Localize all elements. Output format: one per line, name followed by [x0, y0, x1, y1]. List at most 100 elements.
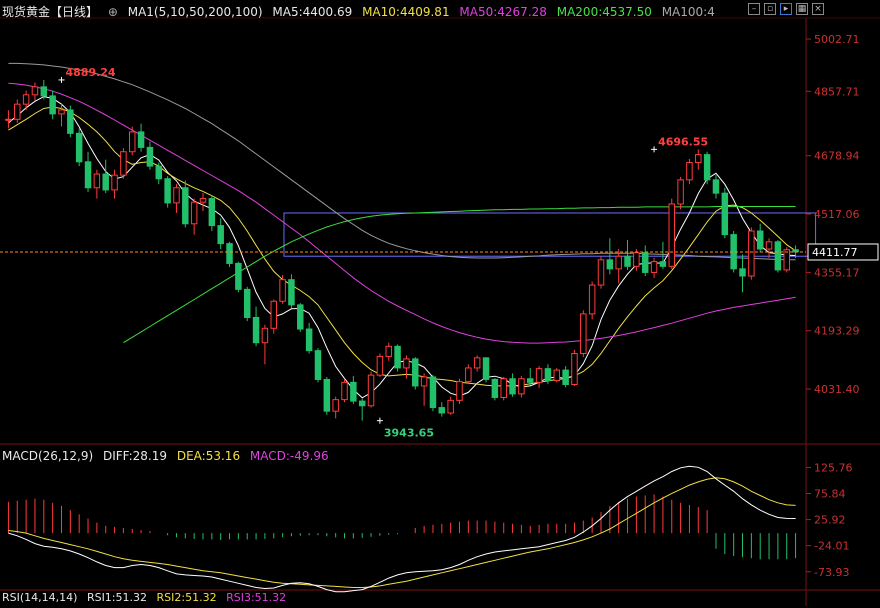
candle-down [358, 400, 366, 407]
grid-icon[interactable]: ▦ [796, 3, 808, 15]
candle-down [208, 198, 216, 227]
candle-down [429, 376, 437, 409]
candle-up [190, 201, 198, 225]
candle-down [721, 192, 729, 236]
candle-down [314, 350, 322, 380]
candle-up [597, 259, 605, 286]
candle-down [252, 316, 260, 344]
candle-up [535, 368, 543, 383]
candle-down [624, 255, 631, 267]
candle-up [580, 313, 587, 355]
price-tick-label: 4678.94 [814, 150, 860, 163]
grid-layer [0, 17, 880, 606]
candle-up [783, 249, 790, 271]
candle-up [270, 300, 277, 329]
candle-down [305, 328, 313, 352]
candle-up [748, 230, 755, 277]
candle-up [120, 151, 127, 176]
candle-down [544, 368, 552, 382]
price-tick-label: 4031.40 [814, 383, 860, 396]
candle-down [67, 109, 74, 134]
candle-down [226, 243, 233, 264]
candle-up [367, 374, 375, 407]
candle-down [146, 146, 154, 167]
candle-up [633, 252, 640, 267]
circle-plus-icon[interactable]: ⊕ [108, 5, 118, 19]
candle-down [394, 345, 401, 369]
candle-up [447, 399, 454, 414]
candle-up [465, 367, 472, 383]
ma-params-label[interactable]: MA1(5,10,50,200,100) [128, 5, 263, 19]
candle-down [774, 241, 782, 271]
candle-down [288, 279, 295, 306]
candle-up [385, 345, 392, 357]
candle-up [332, 399, 339, 412]
candle-down [164, 178, 171, 204]
candle-up [129, 131, 136, 153]
arrow-icon[interactable]: ▸ [780, 3, 792, 15]
candle-up [31, 86, 39, 96]
main-header: 现货黄金【日线】 ⊕ MA1(5,10,50,200,100) MA5:4400… [2, 2, 721, 22]
rsi3-value: RSI3:51.32 [226, 591, 287, 604]
candle-down [438, 407, 446, 414]
candle-up [650, 261, 658, 273]
candle-up [668, 203, 675, 267]
minus-icon[interactable]: – [748, 3, 760, 15]
candle-down [155, 165, 163, 180]
candle-down [491, 378, 499, 398]
rsi1-value: RSI1:51.32 [86, 591, 148, 604]
macd-diff-value: DIFF:28.19 [102, 449, 168, 463]
close-icon[interactable]: × [812, 3, 824, 15]
candle-up [571, 353, 578, 386]
rsi-header: RSI(14,14,14) RSI1:51.32 RSI2:51.32 RSI3… [2, 588, 292, 608]
macd-dea-value: DEA:53.16 [176, 449, 241, 463]
price-tick-label: 4355.17 [814, 266, 860, 279]
candle-down [297, 304, 304, 330]
moving-average-layer [8, 62, 796, 399]
candle-up [456, 381, 463, 401]
candle-up [111, 174, 118, 191]
candle-down [84, 161, 92, 189]
candle-up [615, 255, 622, 270]
macd-tick-label: 125.76 [814, 461, 853, 474]
macd-tick-label: 25.92 [814, 514, 846, 527]
candle-down [49, 95, 56, 115]
ma5-value: MA5:4400.69 [272, 5, 353, 19]
window-icon[interactable]: ▫ [764, 3, 776, 15]
macd-diff-line [8, 465, 796, 593]
current-price-label: 4411.77 [812, 246, 858, 259]
macd-tick-label: -24.01 [814, 540, 849, 553]
ma10-line [8, 106, 796, 387]
candle-up [199, 198, 207, 203]
price-tick-label: 5002.71 [814, 33, 860, 46]
extreme-label: 3943.65 [384, 427, 434, 440]
candle-up [588, 284, 596, 315]
rsi-params-label[interactable]: RSI(14,14,14) [2, 591, 77, 604]
candle-up [553, 369, 561, 382]
rsi2-value: RSI2:51.32 [156, 591, 217, 604]
candle-up [473, 357, 481, 369]
candle-down [235, 262, 242, 290]
candle-up [93, 173, 101, 189]
candles-layer [5, 80, 799, 421]
candle-up [5, 118, 12, 121]
candle-down [412, 358, 419, 387]
macd-tick-label: 75.84 [814, 488, 846, 501]
candle-down [606, 259, 614, 270]
ma10-value: MA10:4409.81 [362, 5, 450, 19]
candle-down [40, 86, 48, 97]
candle-down [323, 378, 331, 412]
candle-down [703, 154, 711, 181]
candle-up [279, 279, 286, 302]
candle-up [677, 179, 684, 205]
candle-down [562, 369, 569, 386]
chart-canvas: 4411.77 4889.24 4696.55 3943.65 5002.71 4857… [0, 17, 880, 606]
ma200-line [123, 206, 796, 344]
macd-params-label[interactable]: MACD(26,12,9) [2, 449, 93, 463]
candle-down [509, 378, 516, 395]
candle-up [14, 103, 21, 120]
price-tick-label: 4517.06 [814, 208, 860, 221]
candle-down [527, 378, 534, 383]
candle-up [420, 376, 428, 387]
candle-up [518, 378, 525, 395]
